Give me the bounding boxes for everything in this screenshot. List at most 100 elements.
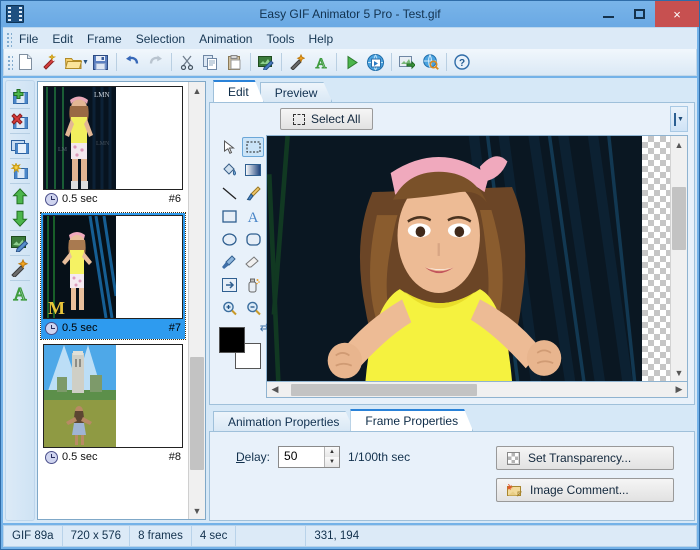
canvas-horizontal-scrollbar[interactable]: ◀ ▶ [266,382,688,398]
undo-icon[interactable] [121,51,143,73]
canvas-vscroll-thumb[interactable] [672,186,686,251]
menu-item-help[interactable]: Help [301,29,340,49]
menu-item-animation[interactable]: Animation [192,29,259,49]
canvas-scroll-up-icon[interactable]: ▲ [671,136,687,153]
foreground-color-swatch[interactable] [219,327,245,353]
zoom-in-tool[interactable] [218,298,240,318]
tab-preview[interactable]: Preview [260,82,333,102]
add-text-icon[interactable]: A [310,51,332,73]
frame-effect-button[interactable] [8,160,32,182]
ellipse-tool[interactable] [218,229,240,249]
zoom-out-tool[interactable] [242,298,264,318]
frame-blank-area [116,216,182,318]
add-frame-button[interactable] [8,85,32,107]
edit-pane: Select All ▼ A ⇄ ▲ ▼ ◀ ▶ [209,102,695,405]
canvas-vscroll-track[interactable] [671,153,687,364]
toolbar-overflow-button[interactable]: ▼ [670,106,688,132]
pointer-tool[interactable] [218,137,240,157]
frame-list-item-selected[interactable]: M 0.5 sec #7 [40,212,186,340]
eraser-tool[interactable] [242,252,264,272]
frame-duration: 0.5 sec [62,193,98,205]
copy-icon[interactable] [200,51,222,73]
eyedropper-tool[interactable] [218,252,240,272]
delete-frame-button[interactable] [8,110,32,132]
publish-web-icon[interactable] [365,51,387,73]
save-icon[interactable] [90,51,112,73]
menu-item-edit[interactable]: Edit [45,29,80,49]
move-frame-down-button[interactable] [8,207,32,229]
line-tool[interactable] [218,183,240,203]
move-frame-up-button[interactable] [8,185,32,207]
image-canvas[interactable] [267,136,670,381]
delay-input[interactable]: 50 [279,447,324,467]
edit-image-icon[interactable] [255,51,277,73]
frame-number: #8 [168,451,181,463]
new-file-icon[interactable] [14,51,36,73]
preview-browser-icon[interactable] [420,51,442,73]
frame-list-item[interactable]: LMN LM LMN 0.5 sec #6 [41,84,185,210]
canvas-hscroll-track[interactable] [283,383,671,397]
menu-item-selection[interactable]: Selection [129,29,192,49]
toolbar-separator [390,53,392,71]
text-tool[interactable]: A [242,206,264,226]
menu-item-tools[interactable]: Tools [259,29,301,49]
menu-item-file[interactable]: File [12,29,45,49]
paint-bucket-tool[interactable] [218,160,240,180]
delay-spinner[interactable]: 50 ▲ ▼ [278,446,341,468]
frame-scroll-track[interactable] [189,99,205,502]
canvas-scroll-right-icon[interactable]: ▶ [671,383,687,397]
toolbar-grip[interactable] [6,54,13,70]
set-transparency-button[interactable]: Set Transparency... [496,446,674,470]
image-comment-button[interactable]: Image Comment... [496,478,674,502]
transparency-checkerboard [642,136,670,381]
comment-note-icon [507,484,522,497]
edit-image-button[interactable] [8,232,32,254]
canvas-scroll-left-icon[interactable]: ◀ [267,383,283,397]
toolbar-separator [335,53,337,71]
scroll-down-icon[interactable]: ▼ [189,502,205,519]
canvas-hscroll-thumb[interactable] [290,383,477,396]
cut-icon[interactable] [176,51,198,73]
canvas-scroll-down-icon[interactable]: ▼ [671,364,687,381]
rectangle-tool[interactable] [218,206,240,226]
open-folder-icon[interactable] [62,51,84,73]
clock-icon [45,192,58,206]
redo-icon[interactable] [145,51,167,73]
select-all-button[interactable]: Select All [280,108,374,130]
scroll-up-icon[interactable]: ▲ [189,82,205,99]
frame-list-scrollbar[interactable]: ▲ ▼ [188,82,205,519]
gradient-tool[interactable] [242,160,264,180]
help-icon[interactable]: ? [451,51,473,73]
menu-item-frame[interactable]: Frame [80,29,129,49]
frame-list[interactable]: LMN LM LMN 0.5 sec #6 M 0.5 sec #7 0.5 s… [38,82,188,519]
canvas-vertical-scrollbar[interactable]: ▲ ▼ [670,136,687,381]
play-animation-icon[interactable] [341,51,363,73]
wizard-wand-icon[interactable] [38,51,60,73]
transform-tool[interactable] [218,275,240,295]
frame-scroll-thumb[interactable] [190,356,204,470]
delay-increment-icon[interactable]: ▲ [325,447,340,457]
paste-icon[interactable] [224,51,246,73]
frame-blank-area [116,345,182,447]
menu-grip[interactable] [5,30,12,47]
magic-effect-button[interactable] [8,257,32,279]
delay-decrement-icon[interactable]: ▼ [325,457,340,467]
brush-tool[interactable] [242,183,264,203]
rounded-rect-tool[interactable] [242,229,264,249]
frame-list-item[interactable]: 0.5 sec #8 [41,342,185,468]
frame-thumbnail [43,344,183,448]
tab-frame-properties[interactable]: Frame Properties [350,409,473,431]
duplicate-frame-button[interactable] [8,135,32,157]
frame-duration: 0.5 sec [62,451,98,463]
frame-thumbnail: M [43,215,183,319]
tab-animation-properties[interactable]: Animation Properties [213,411,354,431]
tab-edit[interactable]: Edit [213,80,264,102]
add-text-button[interactable]: A [8,282,32,304]
spray-tool[interactable] [242,275,264,295]
frame-thumbnail: LMN LM LMN [43,86,183,190]
export-image-icon[interactable] [396,51,418,73]
color-swatches: ⇄ [219,322,269,371]
frame-toolbar-separator [10,133,30,134]
rectangle-select-tool[interactable] [242,137,264,157]
magic-effects-icon[interactable] [286,51,308,73]
